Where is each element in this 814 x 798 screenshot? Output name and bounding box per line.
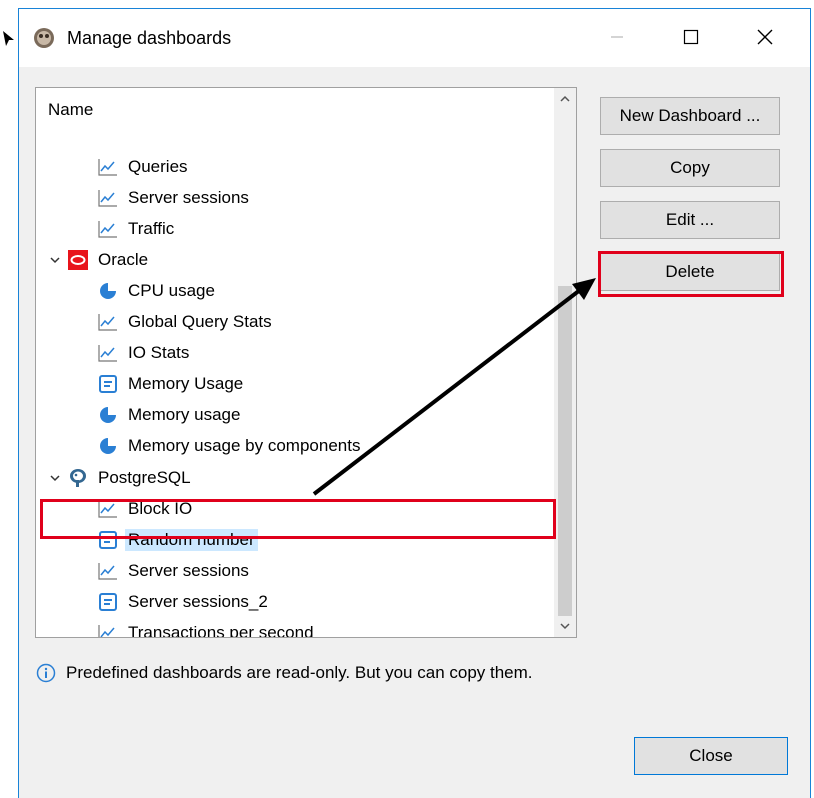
chevron-up-icon [560,95,570,102]
tree-item-label: Server sessions [128,561,249,580]
maximize-icon [683,29,699,45]
pie-chart-icon [98,281,118,301]
tree-group-postgresql[interactable]: PostgreSQL [48,463,568,493]
chevron-down-icon [560,623,570,630]
tree-item[interactable]: Queries [98,152,576,182]
tree-item-label: Queries [128,157,188,176]
line-chart-icon [98,157,118,177]
window-title: Manage dashboards [67,28,232,48]
tree-item[interactable]: Traffic [98,214,576,244]
tree-item-label: Traffic [128,219,175,238]
tree-item-label: Server sessions_2 [128,592,268,611]
tree-item-label: Server sessions [128,188,249,207]
line-chart-icon [98,219,118,239]
tree-item-label: CPU usage [128,281,215,300]
tree-item[interactable]: Memory usage by components [98,431,576,461]
close-icon [757,29,773,45]
chevron-down-icon[interactable] [48,253,62,267]
app-logo-icon [34,28,54,48]
tree-column-header: Name [48,100,94,119]
tree-scrollbar[interactable] [554,88,576,637]
scroll-down-button[interactable] [554,615,576,637]
line-chart-icon [98,312,118,332]
tree-item[interactable]: Server sessions [98,183,576,213]
line-chart-icon [98,561,118,581]
tree-item[interactable]: CPU usage [98,276,576,306]
tree-group-oracle[interactable]: Oracle [48,245,568,275]
minimize-button[interactable] [593,19,641,55]
new-dashboard-button[interactable]: New Dashboard ... [600,97,780,135]
tree-item[interactable]: Block IO [98,494,576,524]
dashboard-tree[interactable]: Name Queries Server sessions Traffic Ora… [35,87,577,638]
info-message: Predefined dashboards are read-only. But… [36,663,533,683]
scroll-thumb[interactable] [558,286,572,616]
tree-item[interactable]: IO Stats [98,338,576,368]
tree-item[interactable]: Transactions per second [98,618,576,638]
close-button[interactable]: Close [634,737,788,775]
line-chart-icon [98,623,118,637]
info-text: Predefined dashboards are read-only. But… [66,663,533,682]
dialog-content: Name Queries Server sessions Traffic Ora… [19,67,810,798]
minimize-icon [611,36,623,38]
tree-item-label: Block IO [128,499,193,518]
scroll-up-button[interactable] [554,88,576,110]
tree-item[interactable]: Memory Usage [98,369,576,399]
tree-item-label: Global Query Stats [128,312,272,331]
postgresql-icon [68,468,88,488]
close-window-button[interactable] [741,19,789,55]
edit-button[interactable]: Edit ... [600,201,780,239]
list-panel-icon [98,530,118,550]
tree-item-label: Oracle [98,250,149,269]
chevron-down-icon[interactable] [48,471,62,485]
tree-item-label: PostgreSQL [98,468,191,487]
tree-item-label: Transactions per second [128,623,314,638]
title-bar[interactable]: Manage dashboards [19,9,810,67]
pie-chart-icon [98,405,118,425]
oracle-icon [68,250,88,270]
line-chart-icon [98,499,118,519]
tree-item-label: Memory usage by components [128,436,361,455]
tree-item[interactable]: Server sessions_2 [98,587,576,617]
line-chart-icon [98,188,118,208]
line-chart-icon [98,343,118,363]
copy-button[interactable]: Copy [600,149,780,187]
tree-item[interactable]: Server sessions [98,556,576,586]
tree-item-label: Memory usage [128,405,241,424]
mouse-cursor-icon [3,31,14,46]
delete-button[interactable]: Delete [600,253,780,291]
tree-item-selected[interactable]: Random number [98,525,576,555]
info-icon [36,663,56,683]
tree-item-label: IO Stats [128,343,190,362]
tree-item-label: Random number [125,529,258,551]
tree-item-label: Memory Usage [128,374,244,393]
pie-chart-icon [98,436,118,456]
maximize-button[interactable] [667,19,715,55]
list-panel-icon [98,374,118,394]
tree-item[interactable]: Global Query Stats [98,307,576,337]
list-panel-icon [98,592,118,612]
tree-item[interactable]: Memory usage [98,400,576,430]
